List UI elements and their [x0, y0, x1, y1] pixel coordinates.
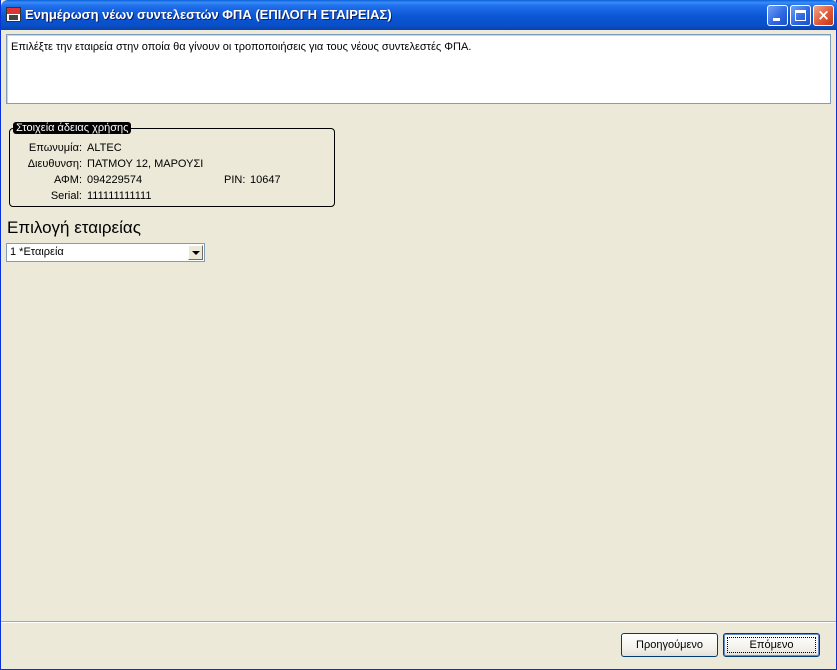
app-icon[interactable]	[6, 7, 21, 22]
address-label: Διευθυνση:	[27, 158, 82, 170]
window-title: Ενημέρωση νέων συντελεστών ΦΠΑ (ΕΠΙΛΟΓΗ …	[25, 7, 392, 22]
address-value: ΠΑΤΜΟΥ 12, ΜΑΡΟΥΣΙ	[87, 158, 204, 170]
company-selection-title: Επιλογή εταιρείας	[7, 218, 141, 237]
previous-button[interactable]: Προηγούμενο	[621, 633, 718, 657]
company-select[interactable]: 1 *Εταιρεία	[6, 243, 205, 262]
pin-label: PIN:	[224, 174, 246, 186]
footer-separator	[1, 621, 836, 623]
maximize-button[interactable]	[790, 5, 811, 26]
afm-label: ΑΦΜ:	[53, 174, 82, 186]
focus-rect	[727, 637, 816, 653]
minimize-button[interactable]	[767, 5, 788, 26]
app-window: Ενημέρωση νέων συντελεστών ΦΠΑ (ΕΠΙΛΟΓΗ …	[0, 0, 837, 670]
maximize-icon	[795, 10, 806, 21]
minimize-icon	[773, 18, 780, 21]
company-label: Επωνυμία:	[28, 142, 82, 154]
afm-value: 094229574	[87, 174, 143, 186]
company-value: ALTEC	[87, 142, 122, 154]
close-button[interactable]: ×	[813, 5, 834, 26]
close-icon: ×	[817, 6, 830, 24]
serial-value: 111111111111	[87, 190, 152, 202]
pin-value: 10647	[250, 174, 281, 186]
title-bar[interactable]: Ενημέρωση νέων συντελεστών ΦΠΑ (ΕΠΙΛΟΓΗ …	[1, 0, 837, 30]
serial-label: Serial:	[50, 190, 82, 202]
instruction-text: Επιλέξτε την εταιρεία στην οποία θα γίνο…	[11, 41, 472, 53]
company-select-value: 1 *Εταιρεία	[10, 246, 64, 258]
instruction-box: Επιλέξτε την εταιρεία στην οποία θα γίνο…	[6, 34, 831, 104]
chevron-down-icon	[192, 251, 200, 255]
dropdown-button[interactable]	[188, 245, 203, 260]
next-button[interactable]: Επόμενο	[723, 633, 820, 657]
license-legend: Στοιχεία άδειας χρήσης	[13, 122, 132, 134]
license-group: Επωνυμία: ALTEC Διευθυνση: ΠΑΤΜΟΥ 12, ΜΑ…	[9, 128, 335, 207]
